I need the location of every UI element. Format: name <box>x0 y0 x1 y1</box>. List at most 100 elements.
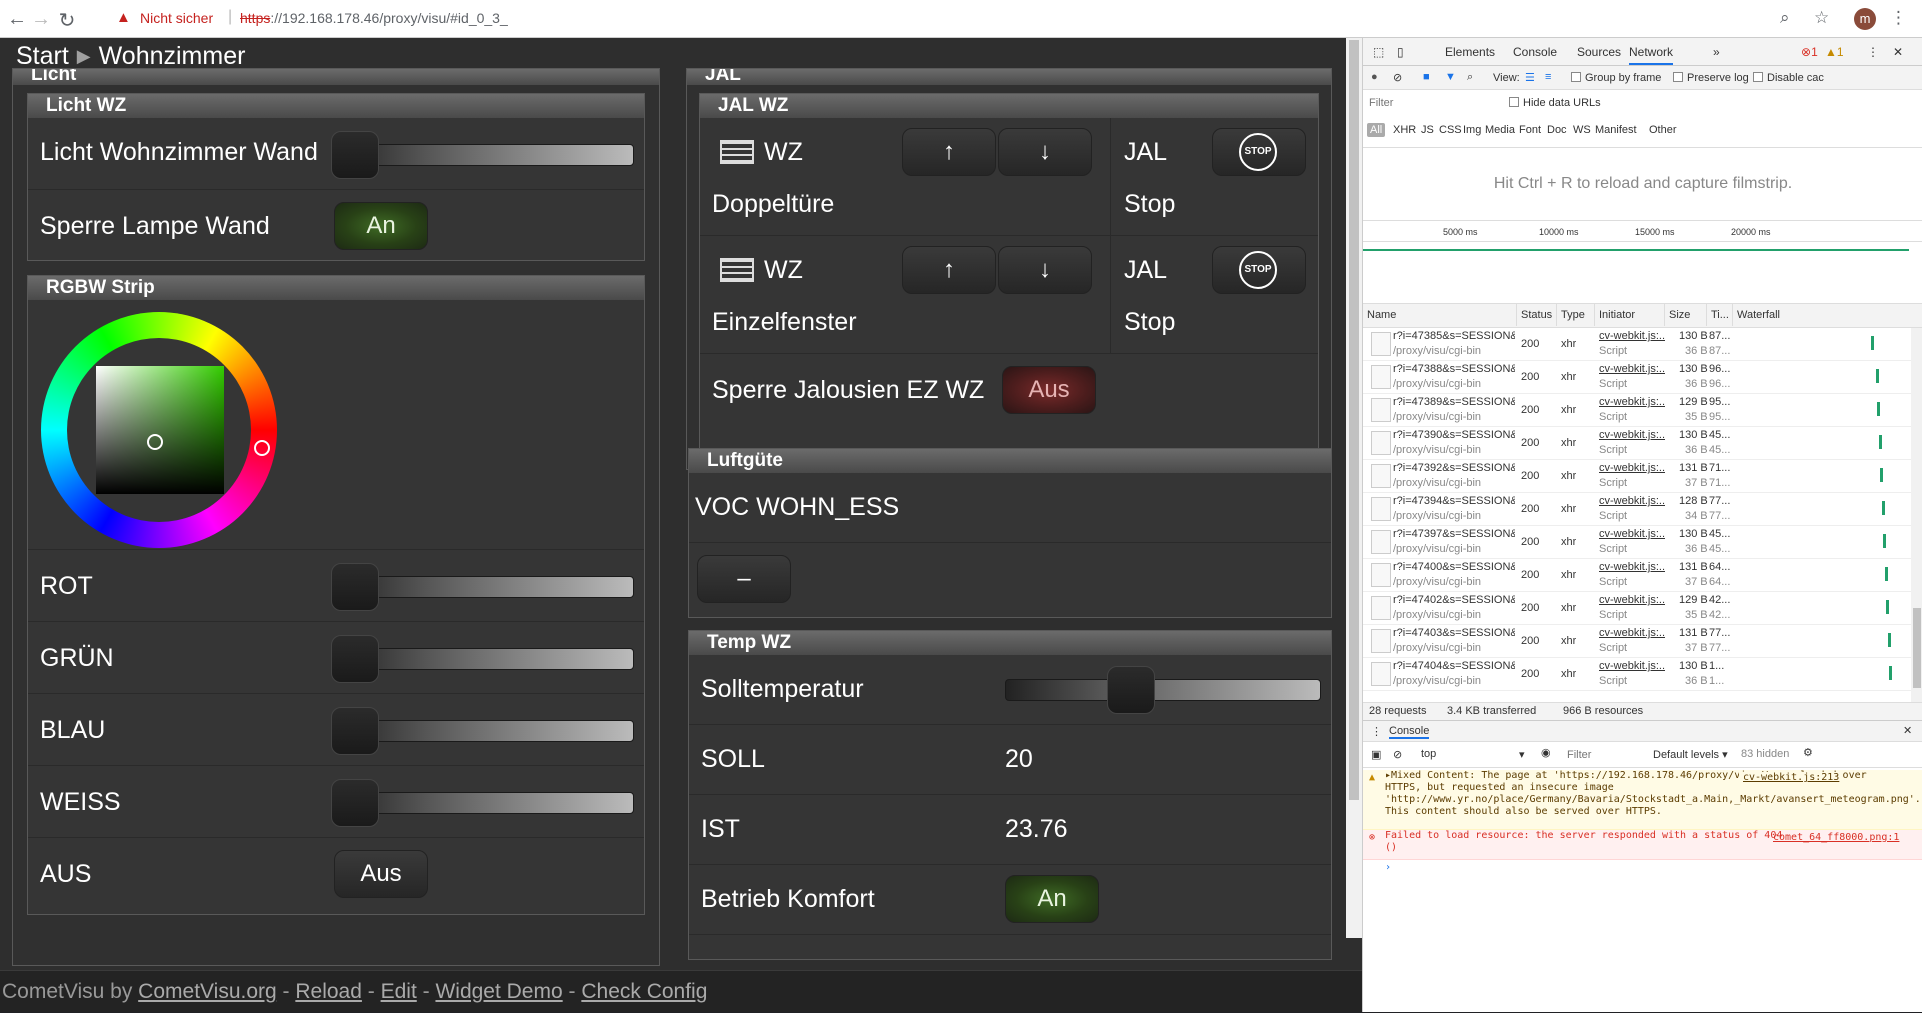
tab-sources[interactable]: Sources <box>1577 45 1621 59</box>
slider-knob[interactable] <box>331 635 379 683</box>
type-filter-ws[interactable]: WS <box>1573 124 1591 136</box>
drawer-menu-icon[interactable]: ⋮ <box>1371 725 1382 738</box>
eye-icon[interactable]: ◉ <box>1541 746 1551 759</box>
type-filter-font[interactable]: Font <box>1519 124 1541 136</box>
type-filter-img[interactable]: Img <box>1463 124 1481 136</box>
aus-button[interactable]: Aus <box>334 850 428 898</box>
col-type[interactable]: Type <box>1557 304 1595 326</box>
type-filter-js[interactable]: JS <box>1421 124 1434 136</box>
zoom-icon[interactable]: ⌕ <box>1780 8 1790 28</box>
jal-stop-button[interactable]: STOP <box>1212 246 1306 294</box>
network-request-row[interactable]: r?i=47390&s=SESSION&... /proxy/visu/cgi-b… <box>1363 427 1911 460</box>
warning-source-link[interactable]: cv-webkit.js:213 <box>1739 772 1840 784</box>
gruen-slider[interactable] <box>331 635 634 683</box>
forward-icon[interactable]: → <box>30 8 52 31</box>
chevron-down-icon[interactable]: ▾ <box>1519 748 1525 761</box>
close-icon[interactable]: ✕ <box>1903 724 1912 737</box>
col-status[interactable]: Status <box>1517 304 1557 326</box>
col-initiator[interactable]: Initiator <box>1595 304 1665 326</box>
console-drawer-tab[interactable]: Console <box>1389 725 1430 739</box>
jal-up-button[interactable]: ↑ <box>902 246 996 294</box>
link-check-config[interactable]: Check Config <box>581 980 707 1003</box>
type-filter-doc[interactable]: Doc <box>1547 124 1567 136</box>
group-by-frame-checkbox[interactable]: Group by frame <box>1571 72 1661 84</box>
inspect-icon[interactable]: ⬚ <box>1373 45 1384 59</box>
search-icon[interactable]: ⌕ <box>1467 71 1473 84</box>
filter-icon[interactable]: ▼ <box>1445 71 1456 83</box>
saturation-square[interactable] <box>96 366 224 494</box>
komfort-toggle[interactable]: An <box>1005 875 1099 923</box>
network-request-row[interactable]: r?i=47392&s=SESSION&... /proxy/visu/cgi-b… <box>1363 460 1911 493</box>
type-filter-manifest[interactable]: Manifest <box>1595 124 1637 136</box>
hue-picker[interactable] <box>254 440 270 456</box>
disable-cache-checkbox[interactable]: Disable cac <box>1753 72 1824 84</box>
slider-knob[interactable] <box>331 131 379 179</box>
back-icon[interactable]: ← <box>6 8 28 31</box>
list-view-icon[interactable]: ☰ <box>1525 71 1535 84</box>
waterfall-view-icon[interactable]: ≡ <box>1545 71 1551 83</box>
camera-icon[interactable]: ■ <box>1423 71 1430 83</box>
solltemperatur-slider[interactable] <box>1005 666 1321 714</box>
slider-knob[interactable] <box>331 563 379 611</box>
type-filter-css[interactable]: CSS <box>1439 124 1462 136</box>
console-prompt[interactable]: › <box>1363 862 1922 882</box>
network-request-row[interactable]: r?i=47388&s=SESSION&... /proxy/visu/cgi-b… <box>1363 361 1911 394</box>
network-request-row[interactable]: r?i=47402&s=SESSION&... /proxy/visu/cgi-b… <box>1363 592 1911 625</box>
record-icon[interactable]: ● <box>1371 71 1378 83</box>
licht-wand-slider[interactable] <box>331 131 634 179</box>
log-levels-select[interactable]: Default levels ▾ <box>1653 748 1728 761</box>
type-filter-other[interactable]: Other <box>1649 124 1677 136</box>
device-toggle-icon[interactable]: ▯ <box>1397 45 1404 59</box>
col-time[interactable]: Ti... <box>1707 304 1733 326</box>
col-waterfall[interactable]: Waterfall <box>1733 304 1922 326</box>
context-select[interactable]: top <box>1421 748 1436 760</box>
error-count[interactable]: ⊗1 <box>1801 45 1818 59</box>
scrollbar-thumb[interactable] <box>1349 40 1359 800</box>
page-scrollbar[interactable] <box>1346 38 1362 938</box>
clear-icon[interactable]: ⊘ <box>1393 71 1402 84</box>
close-icon[interactable]: ✕ <box>1893 45 1903 59</box>
rot-slider[interactable] <box>331 563 634 611</box>
tab-elements[interactable]: Elements <box>1445 45 1495 59</box>
col-size[interactable]: Size <box>1665 304 1707 326</box>
sperre-lampe-toggle[interactable]: An <box>334 202 428 250</box>
slider-knob[interactable] <box>331 707 379 755</box>
link-reload[interactable]: Reload <box>295 980 362 1003</box>
menu-dots-icon[interactable]: ⋮ <box>1890 8 1907 28</box>
blau-slider[interactable] <box>331 707 634 755</box>
network-request-row[interactable]: r?i=47389&s=SESSION&... /proxy/visu/cgi-b… <box>1363 394 1911 427</box>
sidebar-toggle-icon[interactable]: ▣ <box>1371 748 1381 761</box>
network-request-row[interactable]: r?i=47403&s=SESSION&... /proxy/visu/cgi-b… <box>1363 625 1911 658</box>
slider-knob[interactable] <box>1107 666 1155 714</box>
avatar[interactable]: m <box>1854 8 1876 30</box>
more-tabs-icon[interactable]: » <box>1713 45 1720 59</box>
slider-knob[interactable] <box>331 779 379 827</box>
sperre-jalousien-toggle[interactable]: Aus <box>1002 366 1096 414</box>
network-request-row[interactable]: r?i=47397&s=SESSION&... /proxy/visu/cgi-b… <box>1363 526 1911 559</box>
tab-network[interactable]: Network <box>1629 45 1674 65</box>
network-scrollbar[interactable] <box>1911 328 1922 702</box>
link-edit[interactable]: Edit <box>381 980 417 1003</box>
jal-stop-button[interactable]: STOP <box>1212 128 1306 176</box>
network-filter-input[interactable] <box>1367 94 1497 112</box>
console-filter-input[interactable] <box>1567 746 1647 764</box>
link-cometvisu[interactable]: CometVisu.org <box>138 980 277 1003</box>
tab-console[interactable]: Console <box>1513 45 1557 59</box>
hide-data-urls-checkbox[interactable]: Hide data URLs <box>1509 97 1601 109</box>
url-text[interactable]: https://192.168.178.46/proxy/visu/#id_0_… <box>240 10 508 26</box>
jal-down-button[interactable]: ↓ <box>998 128 1092 176</box>
type-filter-media[interactable]: Media <box>1485 124 1515 136</box>
network-request-row[interactable]: r?i=47394&s=SESSION&... /proxy/visu/cgi-b… <box>1363 493 1911 526</box>
preserve-log-checkbox[interactable]: Preserve log <box>1673 72 1749 84</box>
gear-icon[interactable]: ⚙ <box>1803 746 1813 759</box>
breadcrumb-start[interactable]: Start <box>16 42 69 70</box>
network-request-row[interactable]: r?i=47385&s=SESSION&... /proxy/visu/cgi-b… <box>1363 328 1911 361</box>
warning-count[interactable]: ▲1 <box>1825 45 1844 59</box>
network-request-row[interactable]: r?i=47404&s=SESSION&... /proxy/visu/cgi-b… <box>1363 658 1911 691</box>
link-widget-demo[interactable]: Widget Demo <box>435 980 562 1003</box>
weiss-slider[interactable] <box>331 779 634 827</box>
devtools-menu-icon[interactable]: ⋮ <box>1867 45 1879 59</box>
security-label[interactable]: Nicht sicher <box>140 10 213 26</box>
error-source-link[interactable]: comet_64_ff8000.png:1 <box>1773 832 1899 844</box>
clear-console-icon[interactable]: ⊘ <box>1393 748 1402 761</box>
